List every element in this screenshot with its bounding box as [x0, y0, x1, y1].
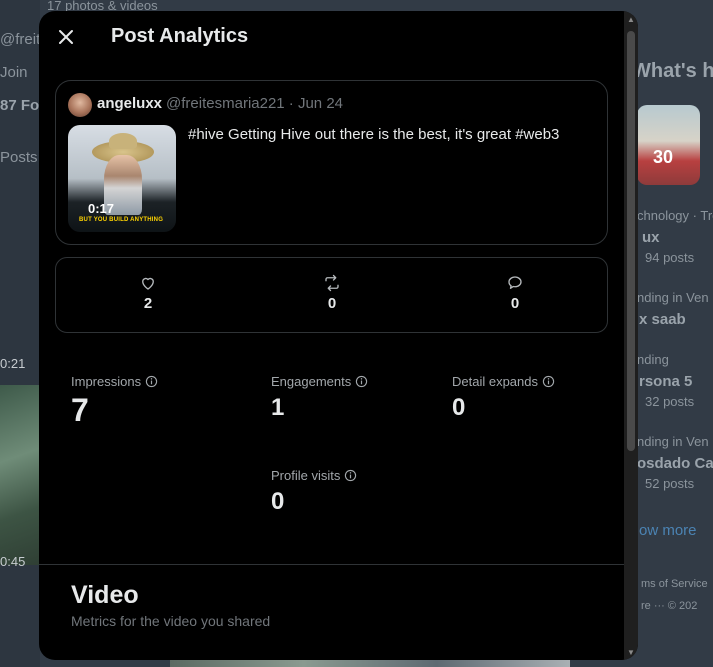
- trends-heading: What's ha: [632, 60, 713, 82]
- video-section-subtitle: Metrics for the video you shared: [71, 613, 271, 629]
- trend-thumbnail[interactable]: 30: [637, 105, 700, 185]
- profile-visits-label: Profile visits: [271, 468, 341, 483]
- author-name[interactable]: angeluxx: [97, 95, 162, 112]
- trend-name[interactable]: rsona 5: [639, 373, 692, 390]
- detail-expands-label: Detail expands: [452, 374, 538, 389]
- likes-count: 2: [143, 295, 153, 312]
- trend-posts: 52 posts: [645, 476, 695, 491]
- post-card[interactable]: angeluxx @freitesmaria221 · Jun 24 0:17 B…: [55, 80, 608, 245]
- modal-scrollbar[interactable]: ▲ ▼: [624, 11, 638, 660]
- media-thumbnail[interactable]: [0, 385, 40, 565]
- trend-name[interactable]: ux: [642, 229, 660, 246]
- post-analytics-modal: Post Analytics angeluxx @freitesmaria221 …: [39, 11, 638, 660]
- impressions-metric: Impressions 7: [71, 374, 158, 429]
- trend-name[interactable]: osdado Ca: [637, 455, 713, 472]
- reply-icon: [508, 276, 522, 289]
- detail-expands-metric: Detail expands 0: [452, 374, 555, 422]
- show-more-link[interactable]: ow more: [639, 522, 697, 539]
- trend-name[interactable]: x saab: [639, 311, 686, 328]
- followers-count[interactable]: 87 Fol: [0, 97, 43, 114]
- author-line: angeluxx @freitesmaria221 · Jun 24: [97, 95, 343, 112]
- trend-meta: nding in Ven: [637, 434, 709, 449]
- engagements-label: Engagements: [271, 374, 352, 389]
- info-icon[interactable]: [145, 375, 158, 388]
- video-thumbnail[interactable]: 0:17 BUT YOU BUILD ANYTHING: [68, 125, 176, 232]
- video-duration: 0:45: [0, 554, 26, 569]
- engagements-label-row: Engagements: [271, 374, 368, 389]
- scroll-thumb[interactable]: [627, 31, 635, 451]
- close-icon: [59, 30, 73, 44]
- profile-visits-value: 0: [271, 488, 285, 515]
- trend-posts: 32 posts: [645, 394, 695, 409]
- video-duration: 0:17: [88, 201, 115, 216]
- impressions-label-row: Impressions: [71, 374, 158, 389]
- detail-expands-label-row: Detail expands: [452, 374, 555, 389]
- engagements-metric: Engagements 1: [271, 374, 368, 422]
- trend-posts: 94 posts: [645, 250, 695, 265]
- heart-icon: [142, 277, 154, 290]
- trend-meta: nding: [637, 352, 669, 367]
- trend-meta: nding in Ven: [637, 290, 709, 305]
- section-divider: [39, 564, 624, 565]
- profile-visits-label-row: Profile visits: [271, 468, 357, 483]
- engagement-stats: 2 0 0: [55, 257, 608, 333]
- info-icon[interactable]: [344, 469, 357, 482]
- replies-count: 0: [510, 295, 520, 312]
- joined-date: Join: [0, 64, 28, 81]
- info-icon[interactable]: [355, 375, 368, 388]
- scroll-down-icon[interactable]: ▼: [627, 648, 635, 657]
- video-section-title: Video: [71, 581, 139, 609]
- scroll-up-icon[interactable]: ▲: [627, 15, 635, 24]
- impressions-label: Impressions: [71, 374, 142, 389]
- jersey-number: 30: [653, 147, 674, 167]
- repost-icon: [325, 274, 339, 292]
- impressions-value: 7: [71, 392, 89, 428]
- author-meta: @freitesmaria221 · Jun 24: [166, 95, 344, 112]
- avatar[interactable]: [68, 93, 92, 117]
- hat-top-shape: [109, 133, 137, 149]
- close-button[interactable]: [55, 26, 77, 48]
- profile-visits-metric: Profile visits 0: [271, 468, 357, 516]
- likes-stat: 2: [128, 274, 168, 312]
- footer-copyright: re ··· © 202: [641, 600, 698, 612]
- detail-expands-value: 0: [452, 394, 466, 421]
- replies-stat: 0: [495, 274, 535, 312]
- tab-posts[interactable]: Posts: [0, 149, 38, 166]
- video-duration: 0:21: [0, 356, 26, 371]
- engagements-value: 1: [271, 394, 285, 421]
- modal-title: Post Analytics: [111, 25, 249, 47]
- post-text: #hive Getting Hive out there is the best…: [188, 126, 560, 143]
- reposts-stat: 0: [312, 274, 352, 312]
- trend-meta: chnology · Tre: [637, 208, 713, 223]
- video-caption: BUT YOU BUILD ANYTHING: [79, 217, 164, 223]
- footer-terms[interactable]: ms of Service: [641, 578, 708, 590]
- reposts-count: 0: [327, 295, 337, 312]
- info-icon[interactable]: [542, 375, 555, 388]
